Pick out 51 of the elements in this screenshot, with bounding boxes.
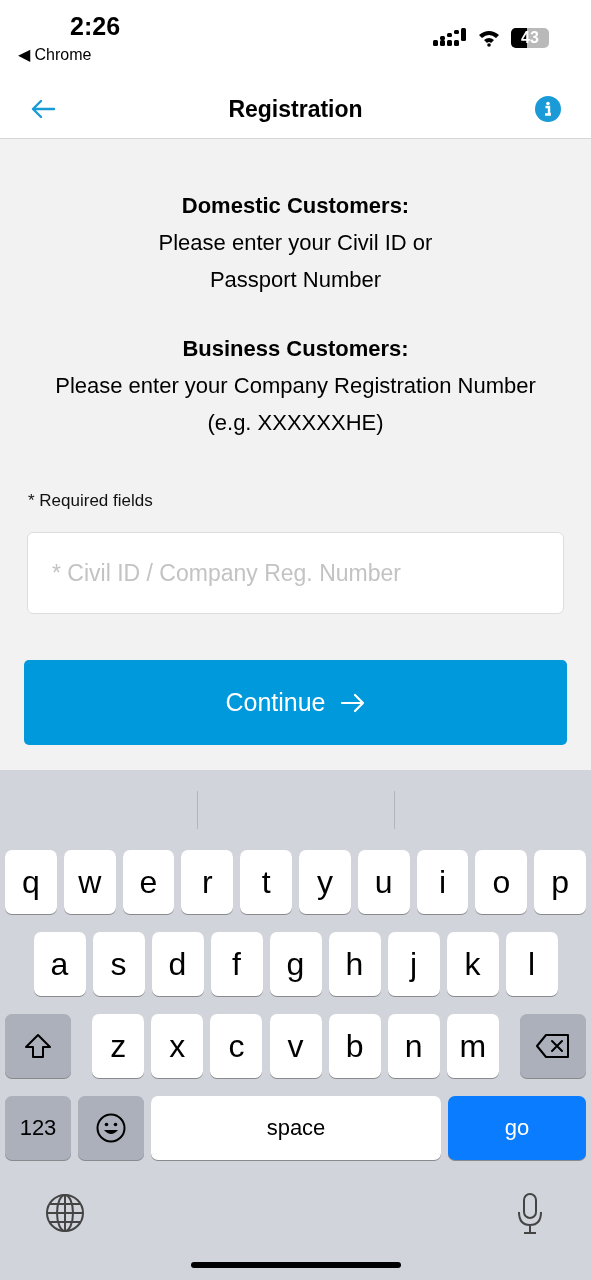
keyboard-key[interactable]: a: [33, 932, 86, 996]
keyboard-key[interactable]: p: [534, 850, 586, 914]
space-key[interactable]: space: [151, 1096, 441, 1160]
go-key[interactable]: go: [448, 1096, 586, 1160]
wifi-icon: [477, 29, 501, 47]
numbers-key[interactable]: 123: [5, 1096, 71, 1160]
signal-icon: [433, 28, 467, 48]
id-input-field[interactable]: * Civil ID / Company Reg. Number: [27, 532, 564, 614]
keyboard-key[interactable]: e: [122, 850, 175, 914]
instruction-text: Please enter your Company Registration Number (e.g. XXXXXXHE): [54, 372, 537, 437]
keyboard-key[interactable]: c: [210, 1014, 263, 1078]
keyboard-key[interactable]: z: [92, 1014, 145, 1078]
back-arrow-icon[interactable]: [30, 99, 56, 119]
keyboard-key[interactable]: o: [475, 850, 528, 914]
page-title: Registration: [228, 95, 363, 123]
shift-icon: [23, 1032, 53, 1060]
keyboard-key[interactable]: f: [210, 932, 263, 996]
keyboard-key[interactable]: j: [387, 932, 440, 996]
globe-icon[interactable]: [44, 1192, 86, 1234]
keyboard-key[interactable]: n: [387, 1014, 440, 1078]
instruction-text: Please enter your Civil ID or Passport Number: [157, 229, 434, 294]
smiley-icon: [95, 1112, 127, 1144]
keyboard-key[interactable]: h: [328, 932, 381, 996]
delete-key[interactable]: [520, 1014, 586, 1078]
back-to-app-link[interactable]: ◀ Chrome: [18, 45, 92, 64]
emoji-key[interactable]: [78, 1096, 144, 1160]
keyboard-key[interactable]: s: [92, 932, 145, 996]
keyboard-key[interactable]: m: [446, 1014, 499, 1078]
keyboard-key[interactable]: l: [505, 932, 558, 996]
shift-key[interactable]: [5, 1014, 71, 1078]
keyboard-key[interactable]: w: [63, 850, 116, 914]
keyboard-key[interactable]: x: [151, 1014, 204, 1078]
status-time: 2:26: [70, 12, 121, 41]
keyboard-key[interactable]: b: [328, 1014, 381, 1078]
keyboard-key[interactable]: g: [269, 932, 322, 996]
keyboard-key[interactable]: y: [299, 850, 351, 914]
backspace-icon: [535, 1033, 571, 1059]
required-fields-note: * Required fields: [28, 491, 154, 511]
keyboard-key[interactable]: d: [151, 932, 204, 996]
arrow-right-icon: [339, 692, 366, 713]
info-icon[interactable]: [535, 96, 561, 122]
microphone-icon[interactable]: [515, 1192, 545, 1236]
keyboard-key[interactable]: i: [416, 850, 469, 914]
keyboard-key[interactable]: u: [357, 850, 410, 914]
keyboard-key[interactable]: v: [269, 1014, 322, 1078]
section-heading: Domestic Customers:: [181, 192, 410, 220]
keyboard-key[interactable]: q: [5, 850, 57, 914]
section-heading: Business Customers:: [182, 335, 409, 363]
keyboard-key[interactable]: t: [240, 850, 292, 914]
keyboard-key[interactable]: k: [446, 932, 499, 996]
keyboard-key[interactable]: r: [181, 850, 234, 914]
